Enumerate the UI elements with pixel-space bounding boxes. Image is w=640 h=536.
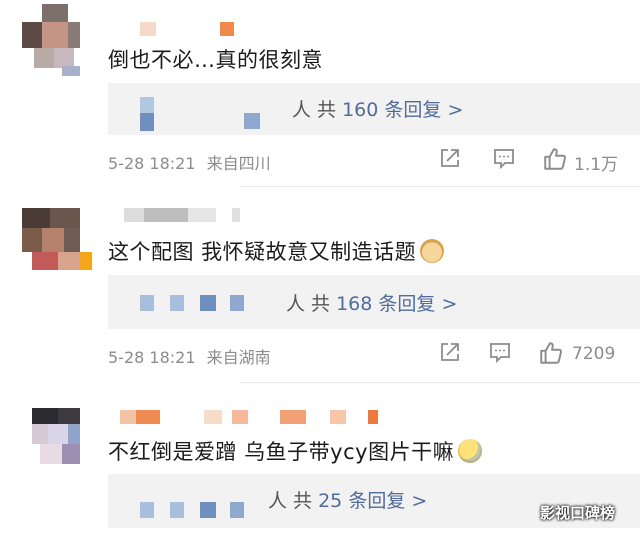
reply-count[interactable]: 168 xyxy=(336,293,372,315)
comment-time: 5-28 18:21 xyxy=(108,154,196,173)
like-icon[interactable] xyxy=(538,340,564,366)
comment-text: 这个配图 我怀疑故意又制造话题 xyxy=(108,236,445,266)
share-icon[interactable] xyxy=(438,146,462,170)
reply-link[interactable]: 条回复 > xyxy=(378,293,457,315)
comment-meta: 5-28 18:21 来自四川 xyxy=(108,150,271,174)
comment-item: 这个配图 我怀疑故意又制造话题 人 共 168 条回复 > 5-28 18:21… xyxy=(0,190,640,383)
like-icon[interactable] xyxy=(542,146,568,172)
reply-users: 人 共 xyxy=(286,293,331,315)
reply-link[interactable]: 条回复 > xyxy=(348,490,427,512)
comment-time: 5-28 18:21 xyxy=(108,348,196,367)
reply-users: 人 共 xyxy=(292,99,337,121)
comment-icon[interactable] xyxy=(492,146,516,170)
avatar[interactable] xyxy=(22,208,92,280)
comment-location: 来自湖南 xyxy=(206,348,271,367)
sweat-emoji xyxy=(458,439,483,463)
divider xyxy=(240,186,640,187)
share-icon[interactable] xyxy=(438,340,462,364)
avatar[interactable] xyxy=(22,408,92,480)
divider xyxy=(240,382,640,383)
username-blurred[interactable] xyxy=(140,22,240,36)
reply-count[interactable]: 160 xyxy=(342,99,378,121)
watermark: 影视口碑榜 xyxy=(540,504,616,522)
avatar[interactable] xyxy=(22,4,92,76)
comment-location: 来自四川 xyxy=(206,154,271,173)
comment-text: 不红倒是爱蹭 乌鱼子带ycy图片干嘛 xyxy=(108,436,483,466)
comment-actions: 7209 xyxy=(438,340,640,368)
reply-summary[interactable]: 人 共 160 条回复 > xyxy=(108,83,640,135)
like-count: 1.1万 xyxy=(574,155,619,175)
username-blurred[interactable] xyxy=(120,410,380,424)
comment-icon[interactable] xyxy=(488,340,512,364)
username-blurred[interactable] xyxy=(124,208,254,222)
reply-users: 人 共 xyxy=(268,490,313,512)
reply-count[interactable]: 25 xyxy=(318,490,342,512)
comment-item: 倒也不必…真的很刻意 人 共 160 条回复 > 5-28 18:21 来自四川… xyxy=(0,0,640,190)
comment-text: 倒也不必…真的很刻意 xyxy=(108,48,323,72)
doge-emoji xyxy=(420,239,445,263)
reply-summary[interactable]: 人 共 168 条回复 > xyxy=(108,275,640,329)
comment-actions: 1.1万 xyxy=(438,146,640,175)
reply-link[interactable]: 条回复 > xyxy=(384,99,463,121)
like-count: 7209 xyxy=(572,344,616,364)
comment-meta: 5-28 18:21 来自湖南 xyxy=(108,344,271,368)
